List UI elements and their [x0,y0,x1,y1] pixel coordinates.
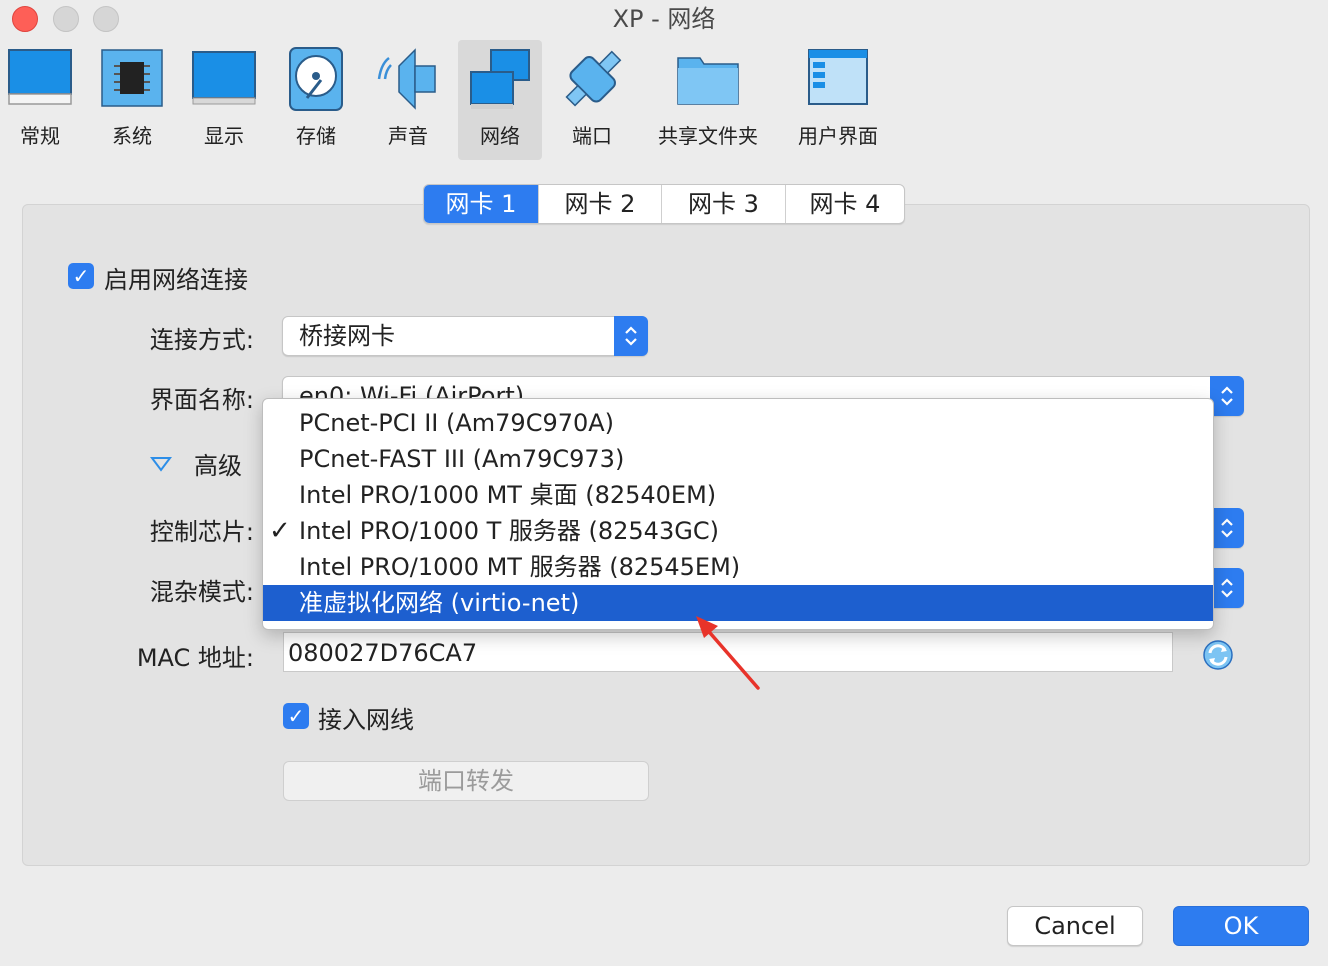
toolbar-label: 网络 [480,124,520,148]
mac-address-label: MAC 地址: [136,644,254,672]
toolbar-item-ports[interactable]: 端口 [552,40,632,160]
menu-item-label: Intel PRO/1000 T 服务器 (82543GC) [299,517,719,545]
attach-label: 连接方式: [149,326,254,354]
promiscuous-mode-stepper-icon [1210,568,1244,608]
menu-item-label: PCnet-FAST III (Am79C973) [299,445,625,473]
disk-icon [289,47,343,111]
window-title: XP - 网络 [612,5,716,33]
folder-icon [677,57,739,105]
menu-item-label: 准虚拟化网络 (virtio-net) [299,589,580,617]
menu-item-checked[interactable]: ✓ Intel PRO/1000 T 服务器 (82543GC) [263,513,1213,549]
advanced-label[interactable]: 高级 [194,446,242,481]
zoom-window-button[interactable] [93,6,119,32]
toolbar-item-user-interface[interactable]: 用户界面 [788,40,888,160]
network-icon [470,49,530,109]
interface-name-label: 界面名称: [149,386,254,414]
cancel-button[interactable]: Cancel [1007,906,1143,946]
promiscuous-mode-label: 混杂模式: [149,578,254,606]
window-title-bar: XP - 网络 [0,0,1328,40]
toolbar-label: 显示 [204,124,244,148]
annotation-arrow-icon [696,616,760,690]
attach-mode-select[interactable]: 桥接网卡 [282,316,648,356]
monitor-general-icon [8,49,72,105]
minimize-window-button[interactable] [53,6,79,32]
cable-connected-checkbox[interactable]: ✓ [283,703,309,729]
toolbar-label: 端口 [572,124,612,148]
checkmark-icon: ✓ [269,516,291,546]
toolbar-item-system[interactable]: 系统 [92,40,172,160]
toolbar-item-network[interactable]: 网络 [458,40,542,160]
refresh-mac-icon[interactable] [1201,638,1235,672]
adapter-type-dropdown-menu: PCnet-PCI II (Am79C970A) PCnet-FAST III … [262,398,1214,630]
toolbar-label: 用户界面 [798,124,878,148]
display-icon [192,51,256,105]
mac-address-value: 080027D76CA7 [288,639,478,667]
adapter-type-stepper-icon [1210,508,1244,548]
enable-network-label: 启用网络连接 [104,266,248,294]
menu-item-label: PCnet-PCI II (Am79C970A) [299,409,615,437]
tab-adapter-3[interactable]: 网卡 3 [662,185,786,223]
menu-item[interactable]: PCnet-FAST III (Am79C973) [263,441,1213,477]
toolbar-label: 存储 [296,124,336,148]
chip-icon [101,49,163,107]
menu-item[interactable]: Intel PRO/1000 MT 桌面 (82540EM) [263,477,1213,513]
toolbar-label: 声音 [388,124,428,148]
toolbar-label: 常规 [20,124,60,148]
attach-mode-value: 桥接网卡 [299,322,395,350]
serial-port-icon [565,50,622,107]
menu-item[interactable]: Intel PRO/1000 MT 服务器 (82545EM) [263,549,1213,585]
menu-item-label: Intel PRO/1000 MT 服务器 (82545EM) [299,553,741,581]
toolbar-item-storage[interactable]: 存储 [276,40,356,160]
menu-item[interactable]: PCnet-PCI II (Am79C970A) [263,405,1213,441]
speaker-icon [377,48,436,110]
ok-button[interactable]: OK [1173,906,1309,946]
cable-connected-label: 接入网线 [318,706,414,734]
close-window-button[interactable] [12,6,38,32]
disclosure-triangle-icon[interactable] [150,456,172,472]
toolbar-item-display[interactable]: 显示 [184,40,264,160]
toolbar-item-general[interactable]: 常规 [0,40,80,160]
menu-item-label: Intel PRO/1000 MT 桌面 (82540EM) [299,481,717,509]
interface-name-stepper-icon [1210,376,1244,416]
toolbar-label: 共享文件夹 [658,124,758,148]
attach-mode-stepper-icon [614,316,648,356]
window-ui-icon [808,49,868,105]
toolbar-item-shared-folders[interactable]: 共享文件夹 [650,40,766,160]
tab-adapter-1[interactable]: 网卡 1 [424,185,539,223]
toolbar-item-audio[interactable]: 声音 [368,40,448,160]
enable-network-checkbox[interactable]: ✓ [68,263,94,289]
adapter-type-label: 控制芯片: [149,518,254,546]
toolbar-label: 系统 [112,124,152,148]
adapter-tabs: 网卡 1 网卡 2 网卡 3 网卡 4 [423,184,905,224]
settings-toolbar: 常规 系统 显示 存储 声音 网络 端口 共享文件夹 用户界面 [0,40,1328,160]
port-forwarding-button[interactable]: 端口转发 [283,761,649,801]
tab-adapter-4[interactable]: 网卡 4 [786,185,904,223]
tab-adapter-2[interactable]: 网卡 2 [539,185,662,223]
